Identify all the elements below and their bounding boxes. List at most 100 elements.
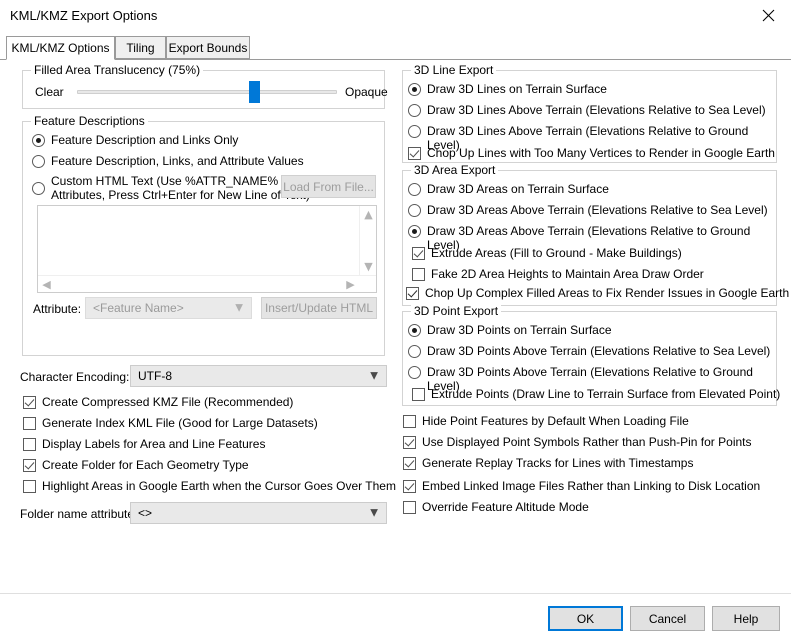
checkbox-hide-point-features-by-default[interactable]: Hide Point Features by Default When Load… (403, 414, 689, 428)
button-label: OK (576, 611, 595, 626)
checkbox-indicator (403, 501, 416, 514)
checkbox-highlight-areas-in-google-earth[interactable]: Highlight Areas in Google Earth when the… (23, 479, 396, 493)
slider-max-label: Opaque (345, 85, 388, 99)
checkbox-generate-replay-tracks[interactable]: Generate Replay Tracks for Lines with Ti… (403, 456, 693, 470)
radio-indicator (32, 182, 45, 195)
tab-label: KML/KMZ Options (11, 41, 110, 55)
radio-indicator (408, 366, 421, 379)
tab-kml-kmz-options[interactable]: KML/KMZ Options (6, 36, 115, 60)
checkbox-label: Chop Up Complex Filled Areas to Fix Rend… (425, 286, 790, 300)
checkbox-indicator (23, 396, 36, 409)
checkbox-extrude-points[interactable]: Extrude Points (Draw Line to Terrain Sur… (412, 387, 780, 401)
character-encoding-select[interactable]: UTF-8 ▼ (130, 365, 387, 387)
checkbox-chop-up-lines-too-many-vertices[interactable]: Chop Up Lines with Too Many Vertices to … (408, 146, 775, 160)
radio-label: Draw 3D Points on Terrain Surface (427, 323, 612, 337)
radio-indicator (408, 104, 421, 117)
textarea-vertical-scrollbar[interactable]: ▲ ▼ (359, 206, 376, 275)
button-label: Help (733, 611, 759, 626)
checkbox-label: Use Displayed Point Symbols Rather than … (422, 435, 752, 449)
tab-tiling[interactable]: Tiling (115, 36, 166, 59)
checkbox-indicator (23, 459, 36, 472)
checkbox-label: Highlight Areas in Google Earth when the… (42, 479, 396, 493)
translucency-slider-track[interactable] (77, 90, 337, 94)
dialog-button-bar: OK Cancel Help (0, 593, 791, 642)
checkbox-extrude-areas[interactable]: Extrude Areas (Fill to Ground - Make Bui… (412, 246, 682, 260)
radio-indicator (32, 155, 45, 168)
group-label: 3D Point Export (411, 304, 502, 318)
checkbox-generate-index-kml-file[interactable]: Generate Index KML File (Good for Large … (23, 416, 318, 430)
checkbox-override-feature-altitude-mode[interactable]: Override Feature Altitude Mode (403, 500, 589, 514)
attribute-select[interactable]: <Feature Name> ▼ (85, 297, 252, 319)
checkbox-indicator (403, 480, 416, 493)
folder-name-attribute-label: Folder name attribute: (20, 507, 138, 521)
textarea-horizontal-scrollbar[interactable]: ◀ ▶ (38, 275, 376, 292)
load-from-file-button[interactable]: Load From File... (281, 175, 376, 198)
radio-indicator (408, 324, 421, 337)
scroll-right-icon[interactable]: ▶ (342, 276, 359, 293)
folder-name-attribute-select[interactable]: <> ▼ (130, 502, 387, 524)
checkbox-create-folder-for-each-geometry-type[interactable]: Create Folder for Each Geometry Type (23, 458, 249, 472)
insert-update-html-button[interactable]: Insert/Update HTML (261, 297, 377, 319)
checkbox-create-compressed-kmz-file[interactable]: Create Compressed KMZ File (Recommended) (23, 395, 293, 409)
checkbox-display-labels-for-area-and-line-features[interactable]: Display Labels for Area and Line Feature… (23, 437, 265, 451)
scroll-down-icon[interactable]: ▼ (360, 258, 377, 275)
tab-label: Tiling (126, 40, 155, 55)
radio-indicator (408, 204, 421, 217)
group-label: 3D Line Export (411, 63, 497, 77)
radio-draw-3d-lines-above-terrain-sea-level[interactable]: Draw 3D Lines Above Terrain (Elevations … (408, 103, 766, 117)
ok-button[interactable]: OK (548, 606, 623, 631)
help-button[interactable]: Help (712, 606, 780, 631)
chevron-down-icon: ▼ (370, 370, 378, 382)
group-3d-area-export: 3D Area Export Draw 3D Areas on Terrain … (402, 163, 789, 306)
group-label: Filled Area Translucency (75%) (31, 63, 204, 77)
checkbox-chop-up-complex-filled-areas[interactable]: Chop Up Complex Filled Areas to Fix Rend… (406, 286, 789, 300)
custom-html-textarea[interactable]: ▲ ▼ ◀ ▶ (37, 205, 377, 293)
tab-export-bounds[interactable]: Export Bounds (166, 36, 250, 59)
checkbox-use-displayed-point-symbols[interactable]: Use Displayed Point Symbols Rather than … (403, 435, 752, 449)
checkbox-indicator (23, 438, 36, 451)
checkbox-fake-2d-area-heights[interactable]: Fake 2D Area Heights to Maintain Area Dr… (412, 267, 704, 281)
group-3d-line-export: 3D Line Export Draw 3D Lines on Terrain … (402, 63, 777, 163)
checkbox-label: Create Folder for Each Geometry Type (42, 458, 249, 472)
scroll-left-icon[interactable]: ◀ (38, 276, 55, 293)
radio-draw-3d-areas-on-terrain-surface[interactable]: Draw 3D Areas on Terrain Surface (408, 182, 609, 196)
checkbox-label: Hide Point Features by Default When Load… (422, 414, 689, 428)
radio-draw-3d-points-on-terrain-surface[interactable]: Draw 3D Points on Terrain Surface (408, 323, 612, 337)
button-label: Load From File... (283, 179, 374, 194)
scroll-up-icon[interactable]: ▲ (360, 206, 377, 223)
checkbox-indicator (23, 480, 36, 493)
checkbox-label: Display Labels for Area and Line Feature… (42, 437, 266, 451)
radio-indicator (408, 183, 421, 196)
group-3d-point-export: 3D Point Export Draw 3D Points on Terrai… (402, 304, 780, 406)
checkbox-label: Create Compressed KMZ File (Recommended) (42, 395, 294, 409)
radio-draw-3d-areas-above-terrain-sea-level[interactable]: Draw 3D Areas Above Terrain (Elevations … (408, 203, 768, 217)
radio-draw-3d-lines-on-terrain-surface[interactable]: Draw 3D Lines on Terrain Surface (408, 82, 607, 96)
radio-label: Feature Description, Links, and Attribut… (51, 154, 304, 168)
translucency-slider-thumb[interactable] (249, 81, 260, 103)
close-icon[interactable] (745, 0, 791, 31)
checkbox-indicator (403, 436, 416, 449)
checkbox-embed-linked-image-files[interactable]: Embed Linked Image Files Rather than Lin… (403, 479, 760, 493)
window-title: KML/KMZ Export Options (10, 8, 158, 23)
radio-indicator (408, 345, 421, 358)
attribute-label: Attribute: (33, 302, 82, 316)
radio-indicator (408, 225, 421, 238)
checkbox-indicator (408, 147, 421, 160)
cancel-button[interactable]: Cancel (630, 606, 705, 631)
group-filled-area-translucency: Filled Area Translucency (75%) Clear Opa… (22, 63, 388, 109)
radio-feature-description-links-and-attribute-values[interactable]: Feature Description, Links, and Attribut… (32, 154, 304, 168)
folder-name-attribute-value: <> (138, 506, 153, 520)
radio-label: Draw 3D Areas Above Terrain (Elevations … (427, 203, 768, 217)
character-encoding-label: Character Encoding: (20, 370, 130, 384)
checkbox-label: Generate Index KML File (Good for Large … (42, 416, 318, 430)
radio-feature-description-and-links-only[interactable]: Feature Description and Links Only (32, 133, 238, 147)
radio-label: Feature Description and Links Only (51, 133, 239, 147)
checkbox-indicator (412, 388, 425, 401)
group-feature-descriptions: Feature Descriptions Feature Description… (22, 114, 385, 356)
radio-draw-3d-points-above-terrain-sea-level[interactable]: Draw 3D Points Above Terrain (Elevations… (408, 344, 770, 358)
radio-custom-html-text[interactable]: Custom HTML Text (Use %ATTR_NAME% for At… (32, 174, 310, 202)
checkbox-label: Generate Replay Tracks for Lines with Ti… (422, 456, 694, 470)
slider-min-label: Clear (35, 85, 64, 99)
radio-label: Draw 3D Lines Above Terrain (Elevations … (427, 103, 766, 117)
radio-label: Draw 3D Points Above Terrain (Elevations… (427, 344, 771, 358)
